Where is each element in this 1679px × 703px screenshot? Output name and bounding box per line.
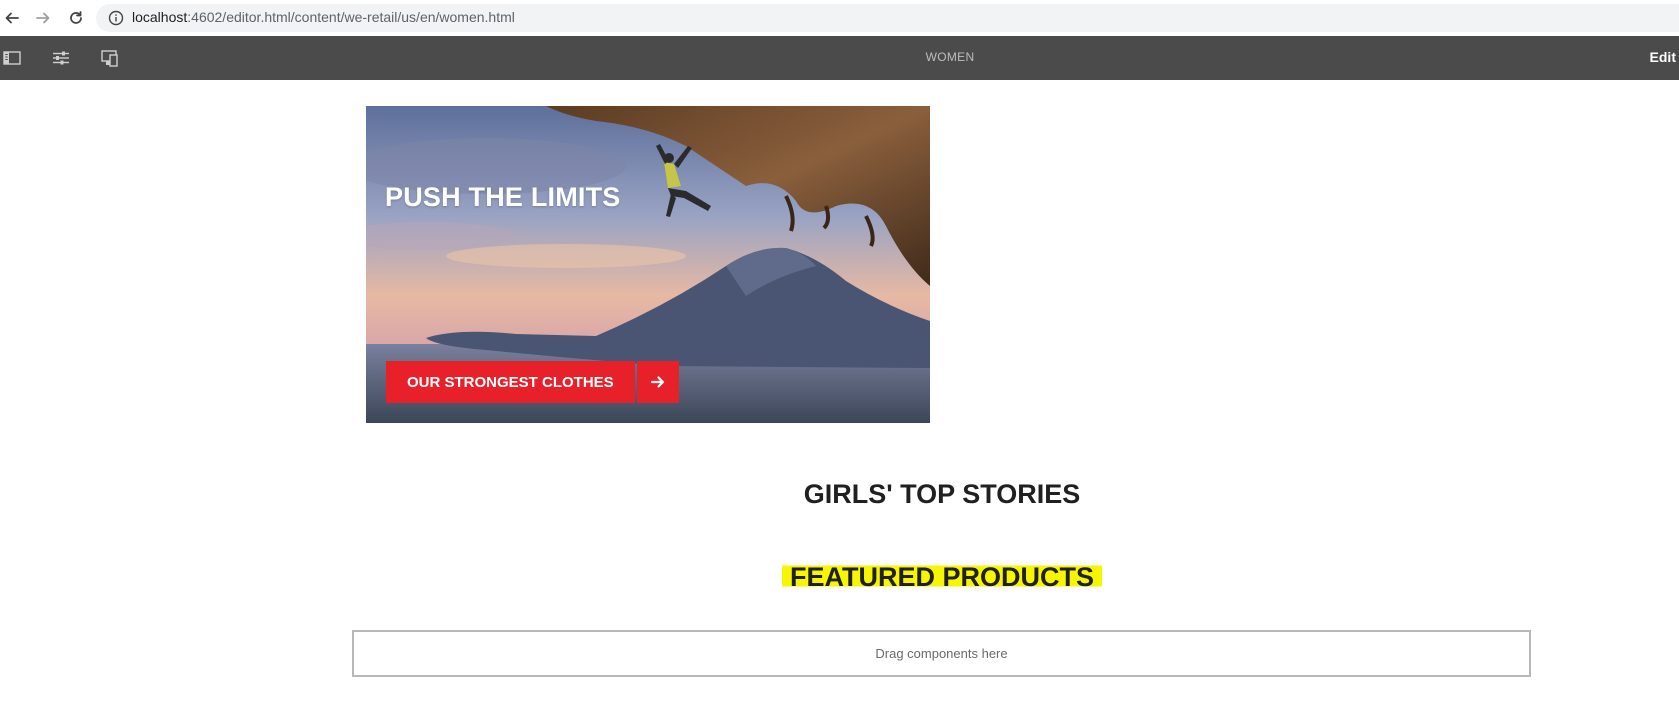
featured-products-text: FEATURED PRODUCTS xyxy=(781,562,1102,592)
hero-cta-button[interactable]: OUR STRONGEST CLOTHES xyxy=(386,361,679,403)
page-title: WOMEN xyxy=(0,50,1679,64)
reload-button[interactable] xyxy=(64,6,88,30)
dropzone-label: Drag components here xyxy=(875,646,1008,661)
forward-arrow-icon xyxy=(36,12,50,24)
url-path: :4602/editor.html/content/we-retail/us/e… xyxy=(187,9,515,25)
top-stories-heading: GIRLS' TOP STORIES xyxy=(803,479,1081,509)
browser-toolbar: localhost:4602/editor.html/content/we-re… xyxy=(0,0,1679,37)
back-button[interactable] xyxy=(0,6,24,30)
back-arrow-icon xyxy=(5,12,19,24)
hero-banner[interactable]: PUSH THE LIMITS OUR STRONGEST CLOTHES xyxy=(366,106,930,423)
component-dropzone[interactable]: Drag components here xyxy=(352,630,1531,677)
cta-label[interactable]: OUR STRONGEST CLOTHES xyxy=(386,361,635,403)
hero-title: PUSH THE LIMITS xyxy=(385,182,621,212)
editor-toolbar: WOMEN Edit xyxy=(0,36,1679,80)
page-title-text: WOMEN xyxy=(925,50,975,64)
edit-mode-button[interactable]: Edit xyxy=(1650,49,1676,65)
page-content: PUSH THE LIMITS OUR STRONGEST CLOTHES GI… xyxy=(0,80,1679,703)
reload-icon xyxy=(70,11,82,24)
url-text[interactable]: localhost:4602/editor.html/content/we-re… xyxy=(132,9,515,25)
featured-products-heading: FEATURED PRODUCTS xyxy=(0,562,1679,593)
cta-arrow-button[interactable] xyxy=(636,361,679,403)
arrow-right-icon xyxy=(650,376,664,388)
url-host: localhost xyxy=(132,9,188,25)
info-icon[interactable] xyxy=(108,10,124,26)
address-bar[interactable]: localhost:4602/editor.html/content/we-re… xyxy=(96,4,1679,32)
forward-button[interactable] xyxy=(31,6,55,30)
